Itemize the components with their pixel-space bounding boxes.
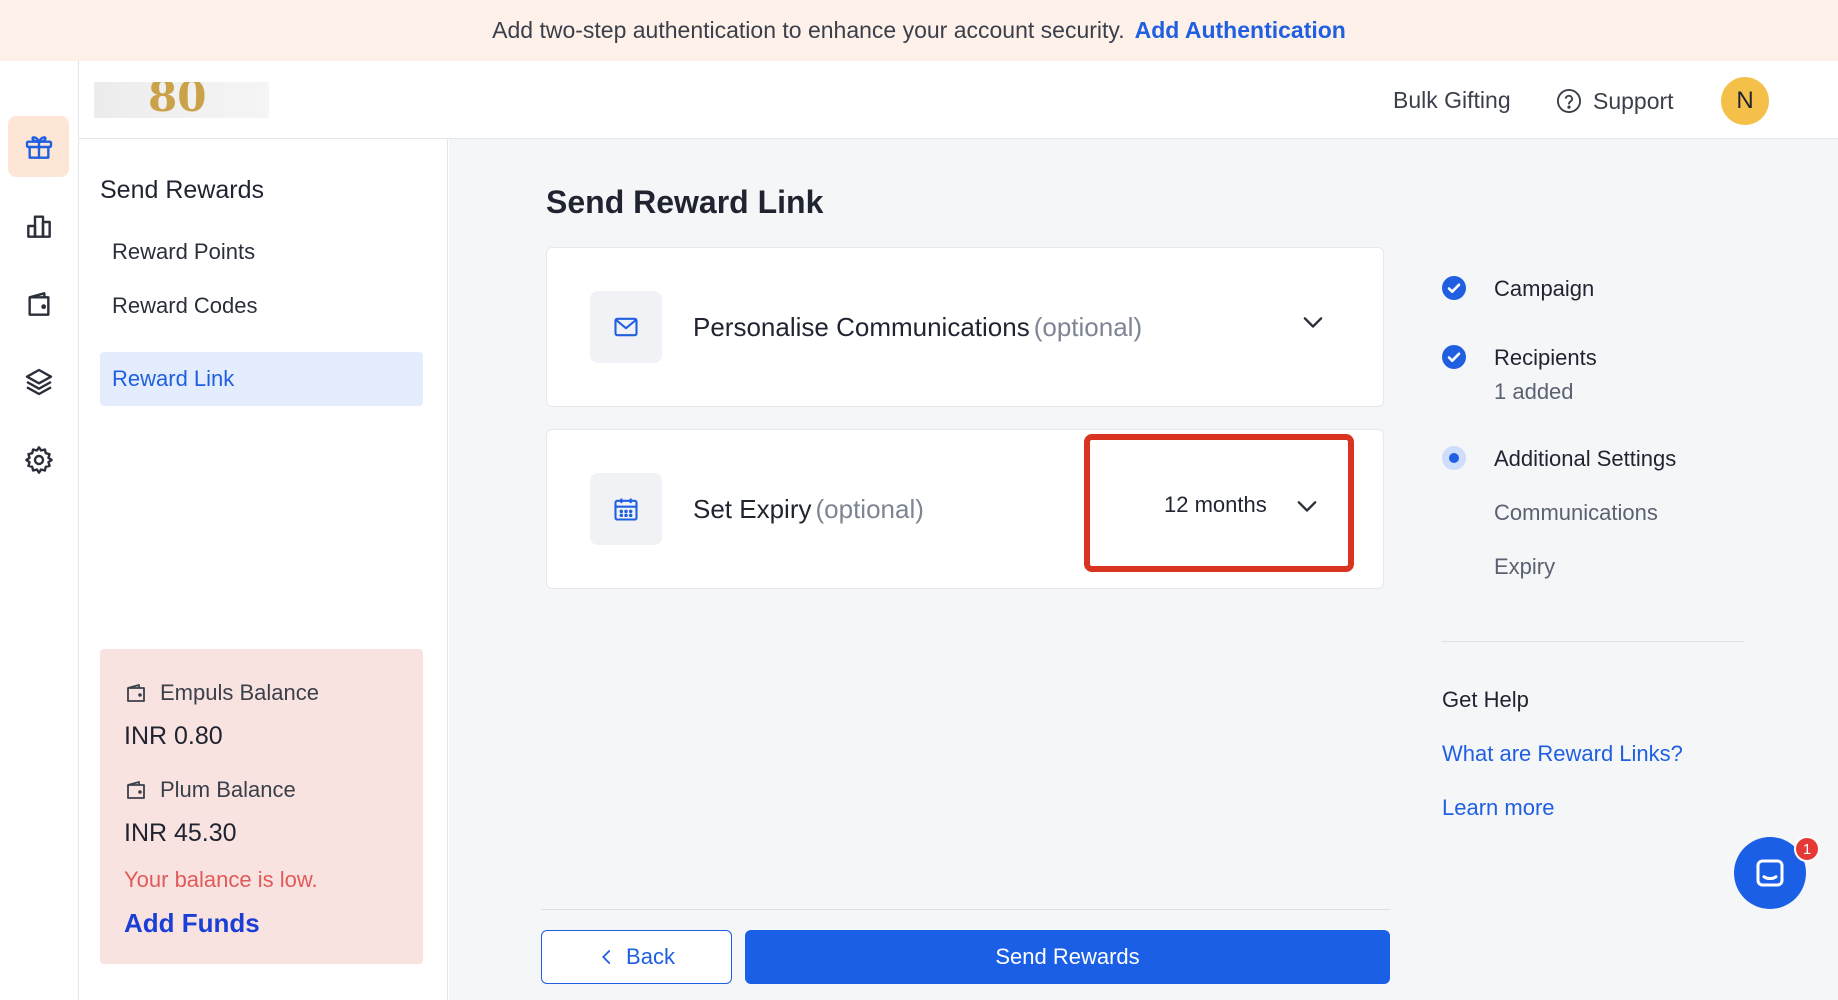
wallet-icon [27, 291, 50, 316]
balance-card: Empuls Balance INR 0.80 Plum Balance INR… [100, 649, 423, 964]
mail-icon-box [590, 291, 662, 363]
progress-steps: Campaign Recipients 1 added Additional S… [1441, 139, 1771, 839]
brand-logo[interactable]: 80 [94, 82, 269, 118]
help-title: Get Help [1442, 687, 1529, 712]
empuls-balance-label: Empuls Balance [124, 680, 319, 706]
low-balance-warning: Your balance is low. [124, 867, 318, 892]
rail-analytics[interactable] [8, 195, 69, 256]
add-funds-link[interactable]: Add Funds [124, 908, 260, 939]
expiry-value: 12 months [1164, 492, 1267, 517]
step-communications[interactable]: Communications [1494, 500, 1658, 526]
learn-more-link[interactable]: Learn more [1442, 795, 1555, 821]
plum-balance-value: INR 45.30 [124, 819, 237, 847]
chevron-left-icon [602, 950, 611, 964]
personalise-title: Personalise Communications (optional) [693, 312, 1143, 342]
subnav: Send Rewards Reward Points Reward Codes … [79, 139, 448, 1000]
bulk-gifting-label: Bulk Gifting [1393, 87, 1511, 113]
optional-tag: (optional) [1033, 312, 1143, 342]
chat-unread-badge: 1 [1794, 836, 1820, 862]
chevron-down-icon[interactable] [1299, 309, 1327, 337]
chevron-down-icon [1297, 501, 1317, 512]
expiry-title: Set Expiry (optional) [693, 494, 924, 524]
send-rewards-button[interactable]: Send Rewards [745, 930, 1390, 984]
bar-chart-icon [26, 214, 51, 238]
subnav-title: Send Rewards [100, 176, 264, 204]
step-campaign[interactable]: Campaign [1494, 276, 1594, 302]
calendar-icon-box [590, 473, 662, 545]
optional-tag: (optional) [815, 494, 924, 524]
layers-icon [25, 368, 52, 395]
step-expiry[interactable]: Expiry [1494, 554, 1555, 580]
calendar-icon [614, 498, 638, 521]
recipients-count: 1 added [1494, 379, 1574, 404]
expiry-select[interactable]: 12 months [1084, 434, 1354, 572]
support-label: Support [1593, 87, 1674, 114]
step-additional-settings[interactable]: Additional Settings [1494, 446, 1676, 472]
empuls-balance-value: INR 0.80 [124, 722, 223, 750]
steps-divider [1442, 641, 1744, 642]
avatar[interactable]: N [1721, 77, 1769, 125]
personalise-card[interactable]: Personalise Communications (optional) [546, 247, 1384, 407]
back-button[interactable]: Back [541, 930, 732, 984]
what-are-reward-links-link[interactable]: What are Reward Links? [1442, 741, 1683, 767]
icon-rail [0, 61, 79, 1000]
subnav-item-reward-link[interactable]: Reward Link [100, 352, 423, 406]
gear-icon [24, 445, 53, 474]
top-header: 80 Bulk Gifting Support N [79, 61, 1838, 139]
add-authentication-link[interactable]: Add Authentication [1135, 17, 1346, 44]
rail-layers[interactable] [8, 351, 69, 412]
chat-icon [1756, 859, 1784, 887]
rail-wallet[interactable] [8, 273, 69, 334]
wallet-icon [127, 781, 145, 799]
gift-icon [25, 135, 52, 159]
support-link[interactable]: Support [1555, 87, 1674, 115]
plum-balance-label: Plum Balance [124, 777, 296, 803]
current-step-dot-icon [1442, 446, 1466, 470]
rail-settings[interactable] [8, 429, 69, 490]
wallet-icon [127, 684, 145, 702]
bulk-gifting-link[interactable]: Bulk Gifting [1393, 87, 1511, 114]
step-recipients[interactable]: Recipients [1494, 345, 1597, 371]
help-circle-icon [1556, 88, 1582, 114]
footer-divider [541, 909, 1390, 910]
banner-text: Add two-step authentication to enhance y… [492, 17, 1125, 43]
check-circle-icon [1442, 345, 1466, 369]
mail-icon [614, 317, 638, 337]
expiry-card: Set Expiry (optional) 12 months [546, 429, 1384, 589]
page-title: Send Reward Link [546, 184, 824, 220]
check-circle-icon [1442, 276, 1466, 300]
security-banner: Add two-step authentication to enhance y… [0, 0, 1838, 61]
rail-gift[interactable] [8, 116, 69, 177]
subnav-item-reward-codes[interactable]: Reward Codes [100, 279, 423, 333]
subnav-item-reward-points[interactable]: Reward Points [100, 225, 423, 279]
